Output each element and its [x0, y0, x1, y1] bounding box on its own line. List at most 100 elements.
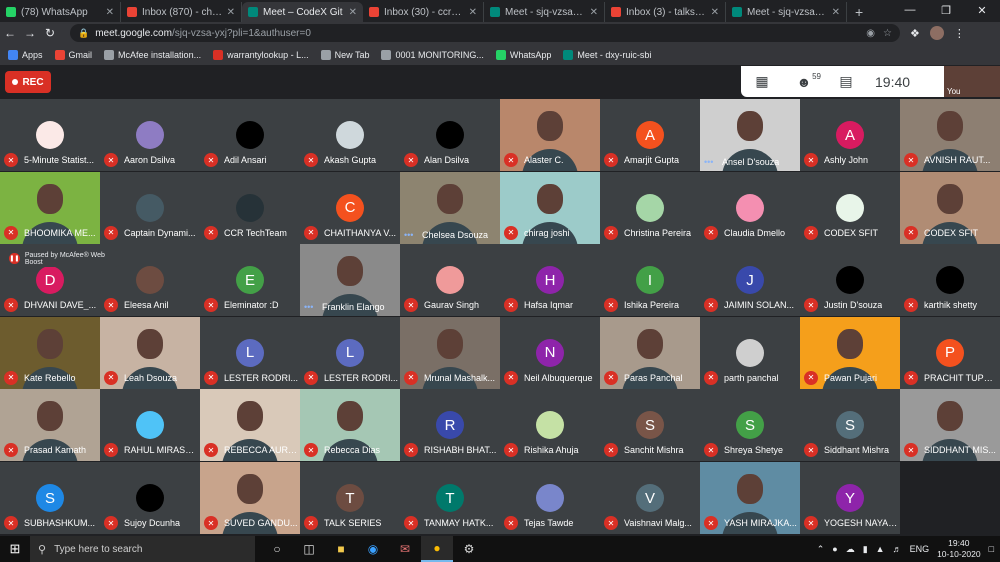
bookmark-star-icon[interactable]: ☆: [883, 28, 892, 39]
participant-tile[interactable]: ✕ RAHUL MIRASH...: [100, 389, 200, 462]
participant-tile[interactable]: ✕ Alaster C.: [500, 99, 600, 171]
bookmark-item[interactable]: Meet - dxy-ruic-sbi: [563, 49, 651, 60]
reload-icon[interactable]: ↻: [40, 26, 60, 40]
notification-icon[interactable]: □: [989, 544, 994, 554]
participant-tile[interactable]: ✕ Alan Dsilva: [400, 99, 500, 171]
participant-tile[interactable]: ✕ Adil Ansari: [200, 99, 300, 171]
participant-tile[interactable]: ✕ BHOOMIKA ME...: [0, 171, 100, 244]
browser-tab[interactable]: Inbox (870) - chelsead ✕: [121, 2, 242, 22]
close-tab-icon[interactable]: ✕: [227, 7, 235, 18]
participant-tile[interactable]: ✕ karthik shetty: [900, 244, 1000, 317]
file-explorer-icon[interactable]: ■: [325, 536, 357, 562]
close-tab-icon[interactable]: ✕: [711, 7, 719, 18]
participant-tile[interactable]: ✕ REBECCA AURE...: [200, 389, 300, 462]
participant-tile[interactable]: P ✕ PRACHIT TUPE_...: [900, 316, 1000, 389]
participant-tile[interactable]: ✕ Gaurav Singh: [400, 244, 500, 317]
microphone-tray-icon[interactable]: ●: [832, 544, 837, 554]
participant-tile[interactable]: C ✕ CHAITHANYA V...: [300, 171, 400, 244]
network-icon[interactable]: ▲: [876, 544, 885, 554]
close-tab-icon[interactable]: ✕: [590, 7, 598, 18]
participant-tile[interactable]: ✕ Sujoy Dcunha: [100, 462, 200, 534]
participant-tile[interactable]: ✕ parth panchal: [700, 316, 800, 389]
participant-tile[interactable]: ✕ SUVED GANDU...: [200, 462, 300, 534]
participant-tile[interactable]: ✕ CODEX SFIT: [900, 171, 1000, 244]
address-bar[interactable]: 🔒 meet.google.com /sjq-vzsa-yxj?pli=1&au…: [70, 24, 900, 42]
bookmark-item[interactable]: WhatsApp: [495, 49, 551, 60]
browser-tab[interactable]: (78) WhatsApp ✕: [0, 2, 121, 22]
participant-tile[interactable]: J ✕ JAIMIN SOLAN...: [700, 244, 800, 317]
participant-tile[interactable]: ✕ Mrunal Mashalk...: [400, 316, 500, 389]
participant-tile[interactable]: ✕ AVNISH RAUT...: [900, 99, 1000, 171]
participant-tile[interactable]: ✕ Claudia Dmello: [700, 171, 800, 244]
participant-tile[interactable]: ✕ CCR TechTeam: [200, 171, 300, 244]
participant-tile[interactable]: ✕ Justin D'souza: [800, 244, 900, 317]
participant-tile[interactable]: S ✕ Shreya Shetye: [700, 389, 800, 462]
bookmark-item[interactable]: warrantylookup - L...: [213, 49, 309, 60]
participant-tile[interactable]: ✕ Christina Pereira: [600, 171, 700, 244]
language-indicator[interactable]: ENG: [910, 544, 930, 554]
taskbar-search-box[interactable]: ⚲ Type here to search: [30, 536, 255, 562]
browser-tab[interactable]: Inbox (30) - ccrmediat ✕: [363, 2, 484, 22]
mcafee-paused-notice[interactable]: ❚❚ Paused by McAfee® Web Boost: [5, 250, 123, 267]
browser-tab[interactable]: Inbox (3) - talkseriesm ✕: [605, 2, 726, 22]
chrome-icon[interactable]: ●: [421, 536, 453, 562]
minimize-icon[interactable]: —: [892, 0, 928, 20]
close-tab-icon[interactable]: ✕: [469, 7, 477, 18]
close-tab-icon[interactable]: ✕: [349, 7, 357, 18]
participant-tile[interactable]: R ✕ RISHABH BHAT...: [400, 389, 500, 462]
participant-tile[interactable]: ✕ Rishika Ahuja: [500, 389, 600, 462]
outlook-icon[interactable]: ✉: [389, 536, 421, 562]
task-view-icon[interactable]: ◫: [293, 536, 325, 562]
participant-tile[interactable]: A ✕ Amarjit Gupta: [600, 99, 700, 171]
extensions-icon[interactable]: ❖: [910, 27, 920, 40]
participant-tile[interactable]: A ✕ Ashly John: [800, 99, 900, 171]
participant-tile[interactable]: N ✕ Neil Albuquerque: [500, 316, 600, 389]
windows-start-icon[interactable]: ⊞: [0, 541, 30, 557]
bookmark-item[interactable]: Gmail: [54, 49, 92, 60]
self-view-tile[interactable]: You: [944, 66, 1000, 97]
camera-indicator-icon[interactable]: ◉: [866, 28, 875, 39]
participant-tile[interactable]: S ✕ Siddhant Mishra: [800, 389, 900, 462]
cloud-icon[interactable]: ☁: [846, 544, 855, 555]
participant-tile[interactable]: L ✕ LESTER RODRI...: [300, 316, 400, 389]
menu-icon[interactable]: ⋮: [954, 27, 965, 40]
bookmark-item[interactable]: 0001 MONITORING...: [381, 49, 484, 60]
participant-tile[interactable]: ✕ Kate Rebello: [0, 316, 100, 389]
participant-tile[interactable]: ✕ SIDDHANT MIS...: [900, 389, 1000, 462]
bookmark-item[interactable]: McAfee installation...: [104, 49, 201, 60]
participant-tile[interactable]: ✕ CODEX SFIT: [800, 171, 900, 244]
participant-tile[interactable]: ✕ Leah Dsouza: [100, 316, 200, 389]
participant-tile[interactable]: E ✕ Eleminator :D: [200, 244, 300, 317]
browser-tab[interactable]: Meet - sjq-vzsa-yxj ✕: [726, 2, 847, 22]
participant-tile[interactable]: ✕ Pawan Pujari: [800, 316, 900, 389]
browser-tab[interactable]: Meet – CodeX Git ✕: [242, 2, 363, 22]
cortana-icon[interactable]: ○: [261, 536, 293, 562]
participant-tile[interactable]: ✕ Tejas Tawde: [500, 462, 600, 534]
participant-tile[interactable]: ••• Franklin Elango: [300, 244, 400, 317]
browser-tab[interactable]: Meet - sjq-vzsa-yxj ✕: [484, 2, 605, 22]
participant-tile[interactable]: Y ✕ YOGESH NAYAL...: [800, 462, 900, 534]
participant-tile[interactable]: ✕ Paras Panchal: [600, 316, 700, 389]
profile-avatar[interactable]: [929, 26, 944, 40]
layout-grid-icon[interactable]: ▦: [741, 73, 783, 90]
new-tab-button[interactable]: +: [847, 2, 871, 22]
participant-tile[interactable]: ✕ Captain Dynami...: [100, 171, 200, 244]
taskbar-clock[interactable]: 19:40 10-10-2020: [937, 538, 980, 560]
battery-icon[interactable]: ▮: [863, 544, 868, 555]
back-icon[interactable]: ←: [0, 26, 20, 40]
people-button[interactable]: ☻ 59: [783, 72, 825, 90]
restore-icon[interactable]: ❐: [928, 0, 964, 20]
edge-icon[interactable]: ◉: [357, 536, 389, 562]
chat-icon[interactable]: ▤: [825, 73, 867, 90]
close-tab-icon[interactable]: ✕: [106, 7, 114, 18]
volume-icon[interactable]: ♬: [893, 544, 902, 554]
participant-tile[interactable]: ✕ Akash Gupta: [300, 99, 400, 171]
participant-tile[interactable]: ✕ 5-Minute Statist...: [0, 99, 100, 171]
recording-indicator[interactable]: REC: [5, 71, 51, 93]
participant-tile[interactable]: S ✕ SUBHASHKUM...: [0, 462, 100, 534]
participant-tile[interactable]: V ✕ Vaishnavi Malg...: [600, 462, 700, 534]
participant-tile[interactable]: ✕ Aaron Dsilva: [100, 99, 200, 171]
settings-icon[interactable]: ⚙: [453, 536, 485, 562]
participant-tile[interactable]: T ✕ TANMAY HATK...: [400, 462, 500, 534]
participant-tile[interactable]: ••• Chelsea Dsouza: [400, 171, 500, 244]
